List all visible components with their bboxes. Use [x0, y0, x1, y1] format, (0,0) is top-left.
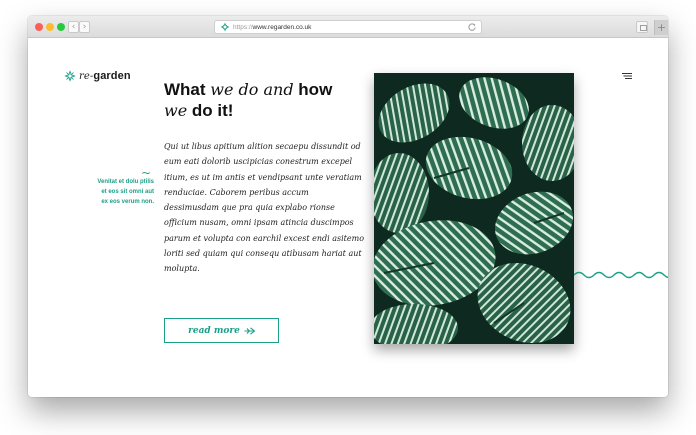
browser-titlebar: ‹ › https://www.regarden.co.uk +	[28, 16, 668, 38]
back-button[interactable]: ‹	[68, 21, 79, 33]
read-more-button[interactable]: read more	[164, 318, 279, 343]
reload-icon[interactable]	[467, 22, 477, 32]
web-page: re-garden What we do and how we do it! ~…	[28, 39, 668, 397]
site-favicon-icon	[220, 22, 230, 32]
read-more-label: read more	[188, 325, 240, 336]
hamburger-menu-icon[interactable]	[622, 73, 632, 79]
close-window-button[interactable]	[35, 23, 43, 31]
logo-name: garden	[93, 70, 131, 82]
maximize-window-button[interactable]	[57, 23, 65, 31]
new-tab-button[interactable]: +	[654, 20, 668, 35]
paper-plane-arrow-icon	[244, 326, 255, 335]
headline-italic-2: we	[164, 101, 188, 120]
address-bar[interactable]: https://www.regarden.co.uk	[214, 20, 482, 34]
show-tabs-button[interactable]	[636, 21, 648, 33]
site-logo[interactable]: re-garden	[64, 69, 131, 83]
forward-button[interactable]: ›	[79, 21, 90, 33]
headline-part-3: do it!	[187, 101, 234, 120]
headline-part-1: What	[164, 80, 211, 99]
logo-prefix: re-	[79, 71, 94, 82]
browser-window: ‹ › https://www.regarden.co.uk + re-gard…	[28, 16, 668, 397]
wave-line-icon	[574, 271, 668, 279]
address-text: https://www.regarden.co.uk	[233, 22, 311, 33]
plant-leaves-illustration	[374, 73, 574, 344]
side-note: Venitat et dolu ptilis et eos sit omni a…	[97, 179, 154, 205]
url-host: www.regarden.co.uk	[252, 24, 312, 31]
minimize-window-button[interactable]	[46, 23, 54, 31]
plant-leaves-photo	[374, 73, 574, 344]
url-protocol: https://	[233, 24, 253, 31]
page-title: What we do and how we do it!	[164, 79, 364, 121]
intro-paragraph: Qui ut libus apitium alition secaepu dis…	[164, 142, 365, 274]
headline-part-2: how	[293, 80, 333, 99]
headline-italic-1: we do and	[210, 80, 294, 99]
logo-text: re-garden	[79, 70, 131, 82]
leaf-flower-icon	[64, 70, 76, 82]
